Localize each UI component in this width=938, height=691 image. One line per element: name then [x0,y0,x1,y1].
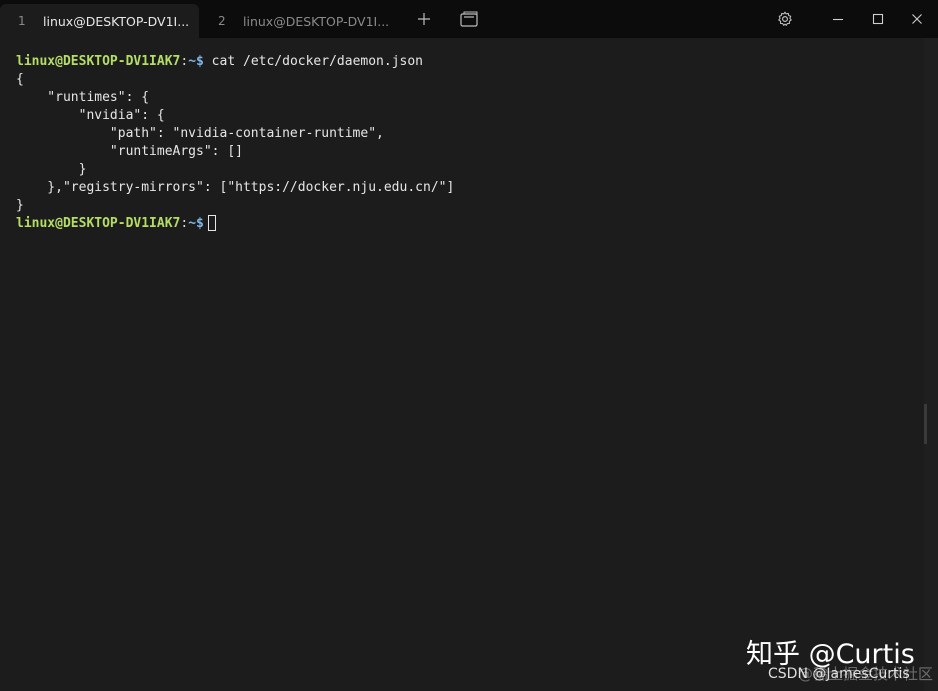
command-line: linux@DESKTOP-DV1IAK7:~$ cat /etc/docker… [16,53,454,71]
watermark-csdn: CSDN @JamesCurtis [768,666,910,682]
terminal-output: linux@DESKTOP-DV1IAK7:~$ cat /etc/docker… [16,53,454,233]
output-line: } [16,162,87,177]
minimize-button[interactable] [824,0,852,38]
tab-title: linux@DESKTOP-DV1I... [243,13,390,29]
tab-title: linux@DESKTOP-DV1I... [43,13,190,29]
output-line: "nvidia": { [16,108,165,123]
prompt-user: linux@DESKTOP-DV1IAK7 [16,54,181,69]
output-line: "runtimeArgs": [] [16,144,243,159]
tab-switcher-icon [460,11,478,27]
settings-button[interactable] [770,0,800,38]
prompt-user: linux@DESKTOP-DV1IAK7 [16,216,181,231]
prompt-line: linux@DESKTOP-DV1IAK7:~$ [16,215,454,233]
prompt-path: ~$ [188,54,204,69]
output-line: "path": "nvidia-container-runtime", [16,126,384,141]
scrollbar[interactable] [924,38,938,691]
close-button[interactable] [903,0,931,38]
output-line: { [16,72,24,87]
tab-1[interactable]: 1 linux@DESKTOP-DV1I... [0,4,199,38]
gear-icon [778,11,792,26]
terminal-pane[interactable]: linux@DESKTOP-DV1IAK7:~$ cat /etc/docker… [0,38,922,691]
maximize-button[interactable] [864,0,892,38]
title-bar: 1 linux@DESKTOP-DV1I... 2 linux@DESKTOP-… [0,0,938,38]
output-line: "runtimes": { [16,90,150,105]
text-cursor[interactable] [207,215,216,231]
terminal-window: 1 linux@DESKTOP-DV1I... 2 linux@DESKTOP-… [0,0,938,691]
new-tab-button[interactable] [408,0,440,38]
close-icon [912,14,922,24]
output-line: },"registry-mirrors": ["https://docker.n… [16,180,455,195]
command-text: cat /etc/docker/daemon.json [203,54,424,69]
maximize-icon [872,13,884,25]
minimize-icon [833,18,843,21]
tab-2[interactable]: 2 linux@DESKTOP-DV1I... [200,4,400,38]
scrollbar-thumb[interactable] [924,404,927,444]
tab-number: 2 [218,14,226,28]
output-line: } [16,198,24,213]
tab-switcher-button[interactable] [453,0,485,38]
plus-icon [418,13,430,25]
prompt-path: ~$ [188,216,204,231]
tab-number: 1 [18,14,26,28]
